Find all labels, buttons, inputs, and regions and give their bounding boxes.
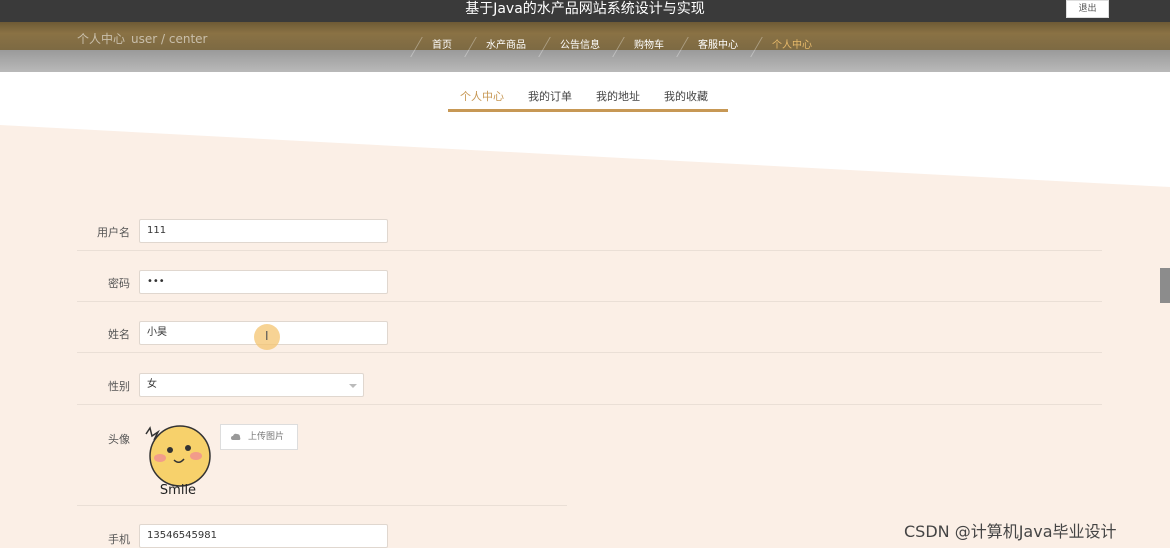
tab-user-center[interactable]: 个人中心 (448, 86, 516, 109)
form-row-password: 密码 ••• (77, 264, 1102, 302)
username-input[interactable]: 111 (139, 219, 388, 243)
main-nav: 首页 水产商品 公告信息 购物车 客服中心 个人中心 (410, 36, 824, 56)
scrollbar-thumb[interactable] (1160, 268, 1170, 303)
gender-select-value: 女 (147, 379, 157, 390)
breadcrumb-subtitle: user / center (131, 32, 208, 46)
gender-label: 性别 (108, 380, 130, 393)
gender-select[interactable]: 女 (139, 373, 364, 397)
nav-item-products[interactable]: 水产商品 (464, 36, 538, 56)
nav-item-service[interactable]: 客服中心 (676, 36, 750, 56)
avatar-image: Smile (140, 424, 214, 500)
chevron-down-icon (349, 384, 357, 388)
phone-input[interactable]: 13546545981 (139, 524, 388, 548)
upload-image-button[interactable]: 上传图片 (220, 424, 298, 450)
phone-label: 手机 (108, 533, 130, 546)
nav-item-user-center[interactable]: 个人中心 (750, 36, 824, 56)
password-input[interactable]: ••• (139, 270, 388, 294)
text-cursor-icon: I (265, 329, 269, 343)
nav-item-home[interactable]: 首页 (410, 36, 464, 56)
password-label: 密码 (108, 277, 130, 290)
breadcrumb-title: 个人中心 (77, 32, 126, 46)
avatar-label: 头像 (108, 433, 130, 446)
form-row-name: 姓名 小昊 (77, 315, 1102, 353)
nav-item-notices[interactable]: 公告信息 (538, 36, 612, 56)
site-title: 基于Java的水产品网站系统设计与实现 (465, 1, 705, 17)
watermark: CSDN @计算机Java毕业设计 (904, 522, 1117, 541)
tab-my-address[interactable]: 我的地址 (584, 86, 652, 109)
logout-button[interactable]: 退出 (1066, 0, 1109, 18)
form-row-gender: 性别 女 (77, 366, 1102, 405)
tab-my-favorites[interactable]: 我的收藏 (652, 86, 720, 109)
user-tabs: 个人中心 我的订单 我的地址 我的收藏 (448, 86, 728, 112)
breadcrumb: 个人中心 user / center (77, 30, 207, 47)
upload-image-label: 上传图片 (248, 432, 285, 442)
username-label: 用户名 (97, 226, 130, 239)
avatar-smile-text: Smile (160, 483, 196, 498)
tab-my-orders[interactable]: 我的订单 (516, 86, 584, 109)
nav-item-cart[interactable]: 购物车 (612, 36, 676, 56)
cloud-upload-icon (231, 433, 241, 440)
form-row-username: 用户名 111 (77, 213, 1102, 251)
name-label: 姓名 (108, 328, 130, 341)
mouse-cursor-highlight: I (254, 324, 280, 350)
